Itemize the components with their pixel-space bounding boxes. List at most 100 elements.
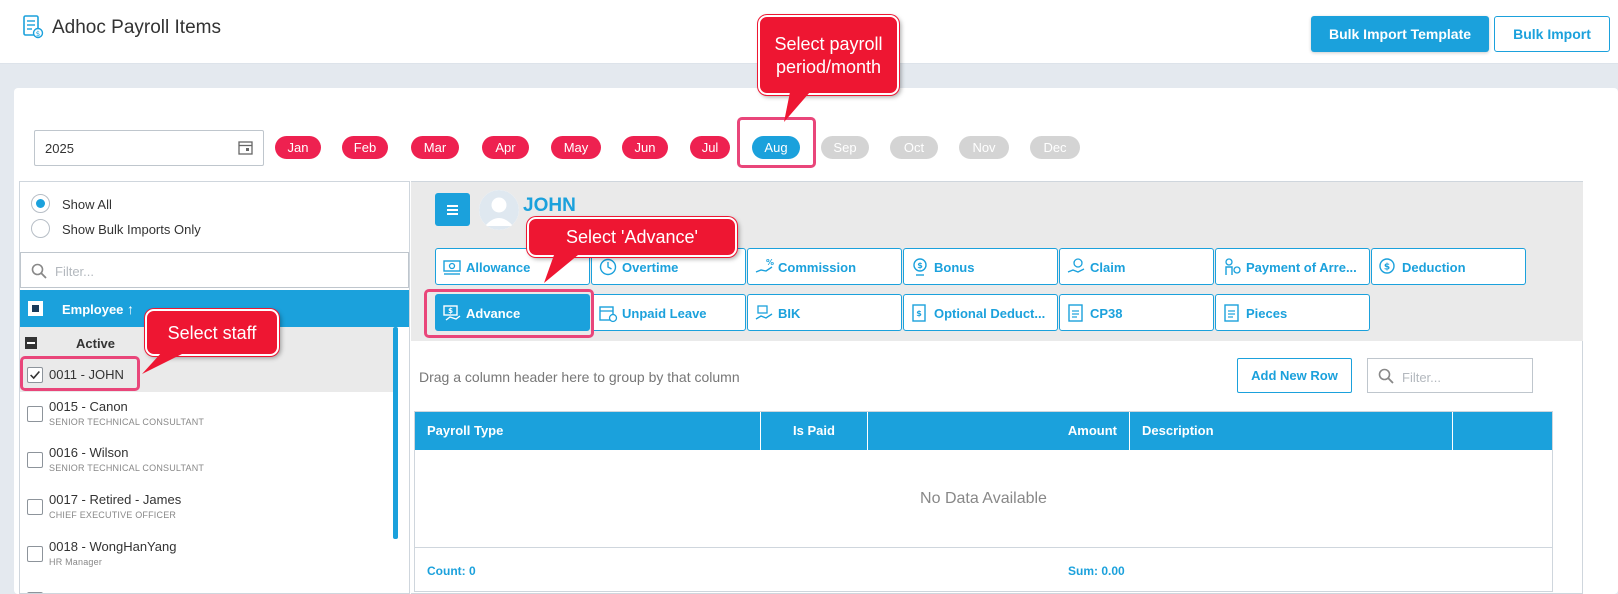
month-may[interactable]: May — [551, 136, 601, 159]
select-all-checkbox[interactable] — [28, 301, 43, 316]
employee-title: CHIEF EXECUTIVE OFFICER — [49, 510, 177, 520]
month-dec[interactable]: Dec — [1030, 136, 1080, 159]
category-payment-of-arrears[interactable]: Payment of Arre... — [1215, 248, 1370, 285]
month-jul[interactable]: Jul — [690, 136, 730, 159]
search-icon — [31, 263, 47, 279]
show-all-label[interactable]: Show All — [62, 197, 112, 212]
category-label: Bonus — [934, 260, 975, 275]
employee-row[interactable]: 0015 - Canon SENIOR TECHNICAL CONSULTANT — [20, 392, 393, 438]
add-new-row-button[interactable]: Add New Row — [1237, 358, 1352, 393]
category-bonus[interactable]: $ Bonus — [903, 248, 1058, 285]
arrears-icon — [1225, 258, 1241, 275]
highlight-advance — [424, 289, 594, 338]
svg-text:$: $ — [36, 30, 40, 38]
employee-title: SENIOR TECHNICAL CONSULTANT — [49, 463, 205, 473]
allowance-icon — [443, 260, 461, 275]
callout-arrow-period — [784, 92, 810, 122]
callout-select-period: Select payroll period/month — [758, 15, 899, 95]
column-payroll-type[interactable]: Payroll Type — [415, 412, 761, 450]
show-bulk-label[interactable]: Show Bulk Imports Only — [62, 222, 201, 237]
category-label: Unpaid Leave — [622, 306, 707, 321]
category-label: Claim — [1090, 260, 1126, 275]
employee-row[interactable]: 0016 - Wilson SENIOR TECHNICAL CONSULTAN… — [20, 438, 393, 484]
grid-header: Payroll Type Is Paid Amount Description — [415, 412, 1552, 450]
employee-header-label: Employee ↑ — [62, 301, 135, 317]
group-by-hint[interactable]: Drag a column header here to group by th… — [419, 369, 740, 385]
grid-filter-placeholder: Filter... — [1402, 370, 1442, 385]
employee-checkbox[interactable] — [27, 546, 43, 562]
category-label: Optional Deduct... — [934, 306, 1046, 321]
employee-name: 0016 - Wilson — [49, 445, 129, 460]
category-claim[interactable]: Claim — [1059, 248, 1214, 285]
employee-filter-input[interactable]: Filter... — [20, 252, 409, 288]
bulk-import-button[interactable]: Bulk Import — [1494, 16, 1610, 52]
employee-checkbox[interactable] — [27, 452, 43, 468]
employee-title: HR Manager — [49, 557, 103, 567]
callout-select-staff: Select staff — [145, 309, 279, 356]
deduction-icon: $ — [1379, 258, 1395, 274]
svg-text:%: % — [766, 258, 774, 267]
page-title: Adhoc Payroll Items — [52, 17, 221, 38]
clock-icon — [599, 258, 617, 276]
employee-name: 0015 - Canon — [49, 399, 128, 414]
commission-icon: % — [755, 258, 774, 273]
year-value: 2025 — [45, 141, 74, 156]
month-jun[interactable]: Jun — [622, 136, 668, 159]
month-apr[interactable]: Apr — [482, 136, 529, 159]
claim-icon — [1067, 258, 1085, 273]
employee-title: SENIOR TECHNICAL CONSULTANT — [49, 417, 205, 427]
column-amount[interactable]: Amount — [868, 412, 1130, 450]
month-sep[interactable]: Sep — [821, 136, 869, 159]
filter-placeholder: Filter... — [55, 264, 95, 279]
column-description[interactable]: Description — [1130, 412, 1453, 450]
category-label: Overtime — [622, 260, 679, 275]
list-scrollbar[interactable] — [393, 327, 398, 539]
month-oct[interactable]: Oct — [890, 136, 938, 159]
category-cp38[interactable]: CP38 — [1059, 294, 1214, 331]
column-is-paid[interactable]: Is Paid — [761, 412, 868, 450]
no-data-message: No Data Available — [920, 490, 1047, 507]
employee-row[interactable]: 0018 - WongHanYang HR Manager — [20, 532, 393, 578]
category-optional-deduction[interactable]: $ Optional Deduct... — [903, 294, 1058, 331]
employee-checkbox[interactable] — [27, 499, 43, 515]
payroll-list-icon: $ — [23, 15, 44, 39]
highlight-staff — [20, 356, 140, 391]
row-count: Count: 0 — [427, 564, 476, 578]
category-label: Payment of Arre... — [1246, 260, 1357, 275]
sort-asc-icon: ↑ — [127, 301, 135, 317]
grid-filter-input[interactable]: Filter... — [1367, 358, 1533, 393]
category-unpaid-leave[interactable]: Unpaid Leave — [591, 294, 746, 331]
month-mar[interactable]: Mar — [411, 136, 459, 159]
month-jan[interactable]: Jan — [275, 136, 321, 159]
bulk-import-template-button[interactable]: Bulk Import Template — [1311, 16, 1489, 52]
employee-checkbox[interactable] — [27, 406, 43, 422]
grid-footer: Count: 0 Sum: 0.00 — [415, 547, 1552, 591]
employee-name: 0018 - WongHanYang — [49, 539, 177, 554]
cp38-document-icon — [1068, 304, 1083, 322]
menu-button[interactable] — [435, 193, 470, 226]
category-pieces[interactable]: Pieces — [1215, 294, 1370, 331]
show-all-radio[interactable] — [31, 194, 50, 213]
category-commission[interactable]: % Commission — [747, 248, 902, 285]
month-nov[interactable]: Nov — [959, 136, 1009, 159]
callout-select-advance: Select 'Advance' — [527, 217, 737, 257]
calendar-icon[interactable] — [238, 140, 253, 155]
category-bik[interactable]: BIK — [747, 294, 902, 331]
employee-name: 0017 - Retired - James — [49, 492, 182, 507]
show-bulk-radio[interactable] — [31, 219, 50, 238]
avatar — [479, 190, 519, 230]
highlight-aug — [737, 117, 816, 168]
column-actions — [1453, 412, 1552, 450]
svg-text:$: $ — [916, 309, 922, 318]
month-feb[interactable]: Feb — [342, 136, 388, 159]
category-label: CP38 — [1090, 306, 1123, 321]
employee-row-partial[interactable] — [20, 578, 393, 593]
collapse-icon[interactable] — [25, 337, 37, 349]
employee-row[interactable]: 0017 - Retired - James CHIEF EXECUTIVE O… — [20, 485, 393, 531]
selected-employee-name: JOHN — [523, 195, 576, 216]
search-icon — [1378, 368, 1394, 384]
category-deduction[interactable]: $ Deduction — [1371, 248, 1526, 285]
category-label: Pieces — [1246, 306, 1288, 321]
year-picker[interactable]: 2025 — [34, 130, 264, 166]
calendar-leave-icon — [599, 306, 618, 323]
